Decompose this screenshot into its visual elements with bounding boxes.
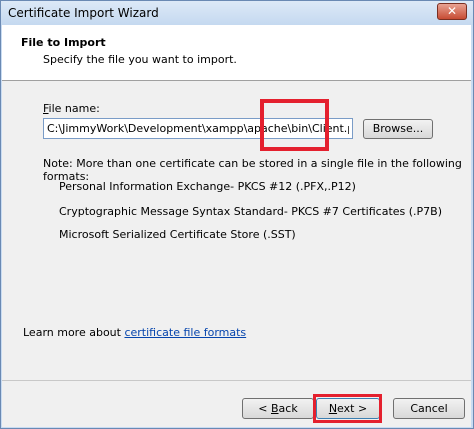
next-button[interactable]: Next > [316, 398, 380, 419]
file-name-label: File name: [43, 102, 100, 115]
close-icon: ✕ [446, 4, 458, 18]
back-button-rest: ack [278, 402, 298, 415]
learn-more-text: Learn more about certificate file format… [23, 326, 246, 339]
page-subtitle: Specify the file you want to import. [43, 53, 237, 66]
file-name-label-rest: ile name: [48, 102, 100, 115]
wizard-footer: < Back Next > Cancel [2, 380, 471, 428]
back-button[interactable]: < Back [242, 398, 314, 419]
format-item-sst: Microsoft Serialized Certificate Store (… [59, 228, 296, 241]
next-button-rest: ext > [337, 402, 368, 415]
back-button-accel: B [271, 402, 279, 415]
back-button-prefix: < [258, 402, 271, 415]
wizard-body: File to Import Specify the file you want… [2, 25, 471, 427]
format-item-pfx: Personal Information Exchange- PKCS #12 … [59, 180, 356, 193]
close-button[interactable]: ✕ [437, 3, 467, 20]
file-name-input[interactable] [43, 118, 353, 139]
learn-more-prefix: Learn more about [23, 326, 125, 339]
title-bar[interactable]: Certificate Import Wizard ✕ [1, 1, 473, 25]
wizard-header: File to Import Specify the file you want… [2, 25, 471, 81]
certificate-formats-link[interactable]: certificate file formats [124, 326, 246, 339]
page-title: File to Import [21, 36, 106, 49]
next-button-accel: N [328, 402, 338, 415]
wizard-window: Certificate Import Wizard ✕ File to Impo… [0, 0, 474, 429]
format-item-p7b: Cryptographic Message Syntax Standard- P… [59, 205, 443, 218]
window-title: Certificate Import Wizard [8, 6, 159, 20]
cancel-button[interactable]: Cancel [393, 398, 465, 419]
browse-button[interactable]: Browse... [363, 119, 433, 139]
